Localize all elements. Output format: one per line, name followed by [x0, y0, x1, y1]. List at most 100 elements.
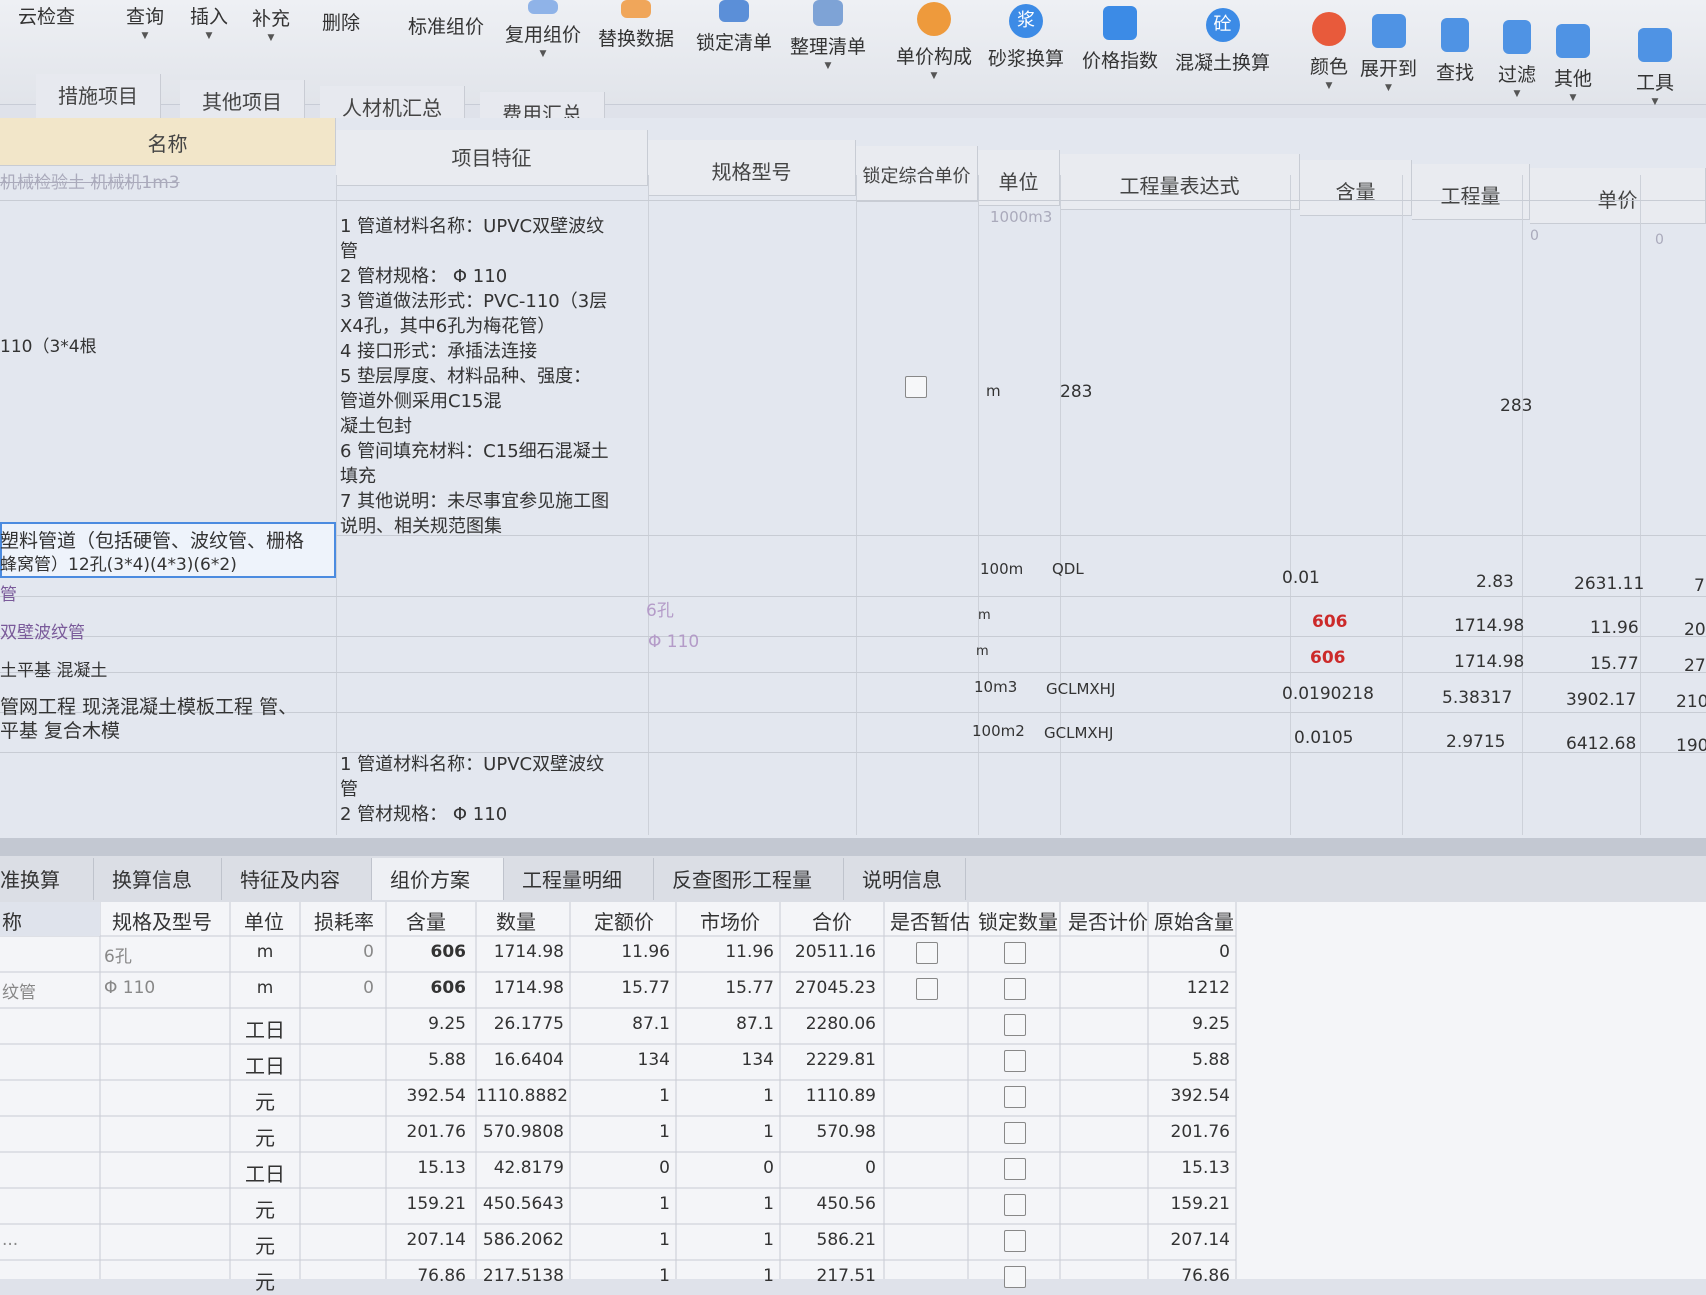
column-header-loss-rate[interactable]: 损耗率 — [314, 906, 374, 935]
row-unit-price: 3902.17 — [1566, 690, 1637, 710]
row-quantity: 283 — [1500, 396, 1533, 416]
feature-line: 凝土包封 — [340, 416, 412, 437]
column-header-quantity[interactable]: 数量 — [496, 906, 536, 935]
lock-quantity-checkbox[interactable] — [1004, 978, 1026, 1000]
cell-spec: 6孔 — [104, 947, 132, 967]
cell-original-content: 392.54 — [1170, 1086, 1230, 1106]
mortar-convert-button[interactable]: 浆 砂浆换算 — [988, 4, 1064, 71]
price-index-button[interactable]: 价格指数 — [1082, 6, 1158, 73]
concrete-convert-button[interactable]: 砼 混凝土换算 — [1175, 8, 1270, 75]
column-header-total[interactable]: 合价 — [812, 906, 852, 935]
tab-reverse-graphic-quantity[interactable]: 反查图形工程量 — [654, 858, 844, 900]
tab-description-info[interactable]: 说明信息 — [844, 858, 966, 900]
cell-market-price: 15.77 — [725, 978, 774, 998]
color-button[interactable]: 颜色 ▼ — [1310, 12, 1348, 91]
lock-price-checkbox[interactable] — [905, 376, 927, 398]
lock-list-button[interactable]: 锁定清单 — [696, 0, 772, 55]
column-header-spec[interactable]: 规格及型号 — [112, 906, 212, 935]
provisional-checkbox[interactable] — [916, 942, 938, 964]
column-header-lock-price[interactable]: 锁定综合单价 — [856, 146, 978, 202]
row-expression: 283 — [1060, 382, 1093, 402]
filter-button[interactable]: 过滤 ▼ — [1498, 20, 1536, 99]
expand-to-button[interactable]: 展开到 ▼ — [1360, 14, 1417, 93]
tools-button[interactable]: 工具 ▼ — [1636, 28, 1674, 107]
organize-list-button[interactable]: 整理清单 ▼ — [790, 0, 866, 71]
column-header-content[interactable]: 含量 — [406, 906, 446, 935]
reuse-pricing-button[interactable]: 复用组价 ▼ — [505, 0, 581, 59]
chevron-down-icon: ▼ — [824, 61, 832, 71]
cell-quantity: 570.9808 — [482, 1122, 564, 1142]
row-extra: 210 — [1676, 692, 1706, 712]
row-extra: 20 — [1684, 620, 1706, 640]
column-header-original-content[interactable]: 原始含量 — [1154, 906, 1234, 935]
lock-quantity-checkbox[interactable] — [1004, 1086, 1026, 1108]
find-button[interactable]: 查找 — [1436, 18, 1474, 85]
cell-quota-price: 134 — [637, 1050, 670, 1070]
lock-quantity-checkbox[interactable] — [1004, 942, 1026, 964]
row-extra: 190 — [1676, 736, 1706, 756]
cell-name: ... — [2, 1230, 19, 1250]
column-header-spec[interactable]: 规格型号 — [648, 140, 856, 196]
row-unit: 100m — [980, 560, 1024, 578]
feature-line: 5 垫层厚度、材料品种、强度： — [340, 366, 592, 387]
lock-icon — [719, 0, 749, 22]
column-header-quota-price[interactable]: 定额价 — [594, 906, 654, 935]
column-divider — [1522, 175, 1523, 835]
cell-quantity: 1714.98 — [493, 978, 564, 998]
feature-line: 管 — [340, 241, 358, 262]
cell-total: 2229.81 — [805, 1050, 876, 1070]
column-header-unit[interactable]: 单位 — [244, 906, 284, 935]
column-header-provisional[interactable]: 是否暂估 — [890, 906, 970, 935]
feature-line: 7 其他说明：未尽事宜参见施工图 — [340, 491, 610, 512]
replace-data-icon — [621, 0, 651, 18]
tab-standard-conversion[interactable]: 准换算 — [0, 858, 94, 900]
row-divider — [0, 596, 1706, 597]
row-spec: Φ 110 — [648, 632, 700, 652]
lock-quantity-checkbox[interactable] — [1004, 1230, 1026, 1252]
column-header-priced[interactable]: 是否计价 — [1068, 906, 1148, 935]
column-header-unit[interactable]: 单位 — [978, 150, 1060, 206]
cell-quantity: 16.6404 — [493, 1050, 564, 1070]
row-name: 机械检验土 机械机1m3 — [0, 173, 180, 193]
lock-quantity-checkbox[interactable] — [1004, 1050, 1026, 1072]
cloud-check-button[interactable]: 云检查 — [18, 2, 75, 29]
tab-quantity-detail[interactable]: 工程量明细 — [504, 858, 654, 900]
cell-spec: Φ 110 — [104, 978, 156, 998]
lock-quantity-checkbox[interactable] — [1004, 1266, 1026, 1288]
column-header-name[interactable]: 名称 — [0, 118, 336, 166]
lock-quantity-checkbox[interactable] — [1004, 1014, 1026, 1036]
tab-conversion-info[interactable]: 换算信息 — [94, 858, 222, 900]
reuse-pricing-icon — [528, 0, 558, 14]
price-index-icon — [1103, 6, 1137, 40]
provisional-checkbox[interactable] — [916, 978, 938, 1000]
unit-price-button[interactable]: 单价构成 ▼ — [896, 2, 972, 81]
column-header-content[interactable]: 含量 — [1300, 160, 1412, 216]
column-header-name[interactable]: 称 — [2, 906, 22, 935]
column-header-lock-quantity[interactable]: 锁定数量 — [978, 906, 1058, 935]
supplement-button[interactable]: 补充 ▼ — [252, 4, 290, 43]
other-button[interactable]: 其他 ▼ — [1554, 24, 1592, 103]
splitter[interactable] — [0, 838, 1706, 856]
query-button[interactable]: 查询 ▼ — [126, 2, 164, 41]
column-header-quantity[interactable]: 工程量 — [1412, 164, 1530, 220]
delete-button[interactable]: 删除 — [322, 8, 360, 35]
tab-features-content[interactable]: 特征及内容 — [222, 858, 372, 900]
column-header-market-price[interactable]: 市场价 — [700, 906, 760, 935]
tab-pricing-scheme[interactable]: 组价方案 — [372, 858, 504, 900]
cell-market-price: 1 — [763, 1230, 774, 1250]
expand-icon — [1371, 14, 1406, 48]
lock-quantity-checkbox[interactable] — [1004, 1158, 1026, 1180]
row-unit-price: 6412.68 — [1566, 734, 1637, 754]
standard-pricing-button[interactable]: 标准组价 — [408, 12, 484, 39]
row-quantity: 5.38317 — [1442, 688, 1513, 708]
cell-original-content: 1212 — [1186, 978, 1230, 998]
column-header-feature[interactable]: 项目特征 — [336, 130, 648, 186]
lock-quantity-checkbox[interactable] — [1004, 1194, 1026, 1216]
insert-button[interactable]: 插入 ▼ — [190, 2, 228, 41]
lock-quantity-checkbox[interactable] — [1004, 1122, 1026, 1144]
replace-data-button[interactable]: 替换数据 — [598, 0, 674, 51]
column-header-expression[interactable]: 工程量表达式 — [1060, 154, 1300, 210]
cell-total: 27045.23 — [794, 978, 876, 998]
column-header-unit-price[interactable]: 单价 — [1530, 168, 1706, 224]
tab-measures[interactable]: 措施项目 — [36, 74, 161, 118]
